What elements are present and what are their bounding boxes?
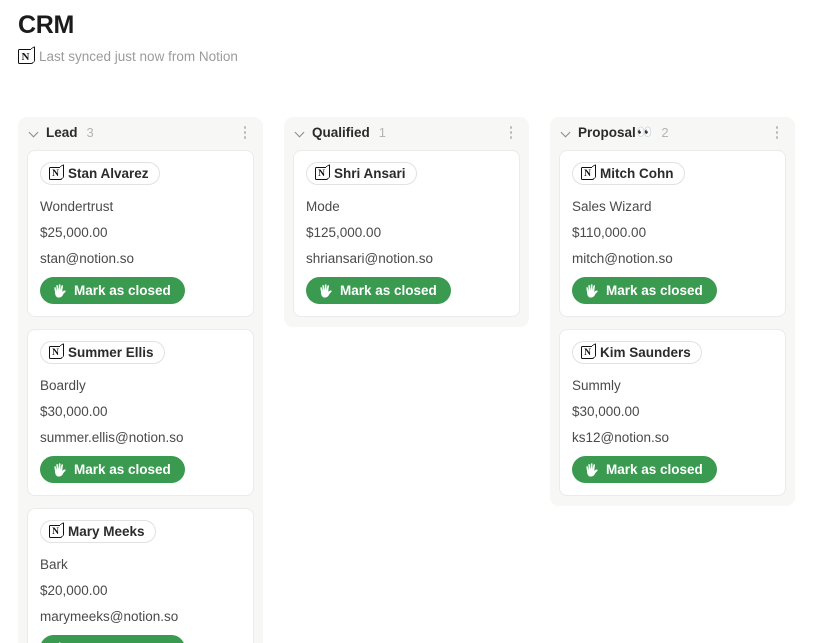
notion-logo-icon [581,346,594,359]
notion-logo-icon [49,167,62,180]
chevron-down-icon[interactable] [28,126,41,139]
column-header-proposal: Proposal 👀 2 [550,117,795,148]
contact-name-pill[interactable]: Stan Alvarez [40,162,160,185]
page-title: CRM [18,11,75,39]
contact-name: Shri Ansari [334,166,406,181]
deal-amount: $30,000.00 [40,404,108,419]
chevron-down-icon[interactable] [560,126,573,139]
mark-as-closed-button[interactable]: 🖐Mark as closed [306,277,451,304]
chevron-down-icon[interactable] [294,126,307,139]
contact-name-pill[interactable]: Summer Ellis [40,341,165,364]
company-name: Wondertrust [40,199,114,214]
deal-card[interactable]: Kim Saunders Summly $30,000.00 ks12@notion.… [559,329,786,496]
deal-card[interactable]: Summer Ellis Boardly $30,000.00 summer.elli… [27,329,254,496]
page-header: CRM Last synced just now from Notion [0,0,814,66]
notion-logo-icon [581,167,594,180]
deal-amount: $125,000.00 [306,225,382,240]
deal-amount: $30,000.00 [572,404,640,419]
sync-status: Last synced just now from Notion [18,47,248,66]
mark-as-closed-button[interactable]: 🖐Mark as closed [40,277,185,304]
mark-as-closed-button[interactable]: 🖐Mark as closed [40,456,185,483]
hand-icon: 🖐 [318,283,333,298]
column-cards-proposal: Mitch Cohn Sales Wizard $110,000.00 mitch@n… [550,150,795,496]
column-cards-qualified: Shri Ansari Mode $125,000.00 shriansari@not… [284,150,529,317]
column-emoji: 👀 [636,125,653,140]
column-cards-lead: Stan Alvarez Wondertrust $25,000.00 stan@no… [18,150,263,643]
contact-name: Stan Alvarez [68,166,149,181]
contact-email: shriansari@notion.so [306,251,434,266]
more-vertical-icon[interactable] [238,125,252,141]
more-vertical-icon[interactable] [504,125,518,141]
deal-card[interactable]: Mary Meeks Bark $20,000.00 marymeeks@notion… [27,508,254,643]
deal-amount: $25,000.00 [40,225,108,240]
board-column-proposal: Proposal👀 2 Mitch Cohn Sales Wizard $110,000… [550,117,795,506]
hand-icon: 🖐 [584,462,599,477]
sync-status-label: Last synced just now from Notion [39,49,238,64]
notion-logo-icon [18,49,33,64]
deal-card[interactable]: Mitch Cohn Sales Wizard $110,000.00 mitch@n… [559,150,786,317]
board-column-lead: Lead 3 Stan Alvarez Wondertrust $25,000.00 st… [18,117,263,643]
column-title: Lead [46,125,78,140]
contact-name-pill[interactable]: Shri Ansari [306,162,417,185]
hand-icon: 🖐 [584,283,599,298]
contact-name-pill[interactable]: Kim Saunders [572,341,702,364]
column-header-qualified: Qualified 1 [284,117,529,148]
hand-icon: 🖐 [52,283,67,298]
column-count: 3 [86,125,94,140]
mark-as-closed-button[interactable]: 🖐Mark as closed [572,456,717,483]
contact-email: stan@notion.so [40,251,135,266]
more-vertical-icon[interactable] [770,125,784,141]
crm-board-page: CRM Last synced just now from Notion Lea… [0,0,814,643]
notion-logo-icon [49,525,62,538]
contact-name-pill[interactable]: Mitch Cohn [572,162,685,185]
contact-name: Mary Meeks [68,524,145,539]
contact-email: marymeeks@notion.so [40,609,179,624]
column-title: Qualified [312,125,370,140]
deal-amount: $110,000.00 [572,225,647,240]
deal-amount: $20,000.00 [40,583,108,598]
contact-name: Kim Saunders [600,345,691,360]
company-name: Bark [40,557,68,572]
contact-email: ks12@notion.so [572,430,670,445]
mark-as-closed-button[interactable]: 🖐Mark as closed [40,635,185,643]
company-name: Sales Wizard [572,199,652,214]
deal-card[interactable]: Shri Ansari Mode $125,000.00 shriansari@not… [293,150,520,317]
contact-name: Mitch Cohn [600,166,674,181]
column-title: Proposal [578,125,636,140]
column-header-lead: Lead 3 [18,117,263,148]
mark-as-closed-button[interactable]: 🖐Mark as closed [572,277,717,304]
contact-email: summer.ellis@notion.so [40,430,184,445]
company-name: Summly [572,378,621,393]
hand-icon: 🖐 [52,462,67,477]
contact-email: mitch@notion.so [572,251,673,266]
deal-card[interactable]: Stan Alvarez Wondertrust $25,000.00 stan@no… [27,150,254,317]
notion-logo-icon [49,346,62,359]
column-count: 2 [661,125,669,140]
contact-name: Summer Ellis [68,345,154,360]
kanban-board: Lead 3 Stan Alvarez Wondertrust $25,000.00 st… [18,117,795,643]
board-column-qualified: Qualified 1 Shri Ansari Mode $125,000.00 shri… [284,117,529,327]
company-name: Boardly [40,378,86,393]
contact-name-pill[interactable]: Mary Meeks [40,520,156,543]
notion-logo-icon [315,167,328,180]
company-name: Mode [306,199,340,214]
column-count: 1 [378,125,386,140]
